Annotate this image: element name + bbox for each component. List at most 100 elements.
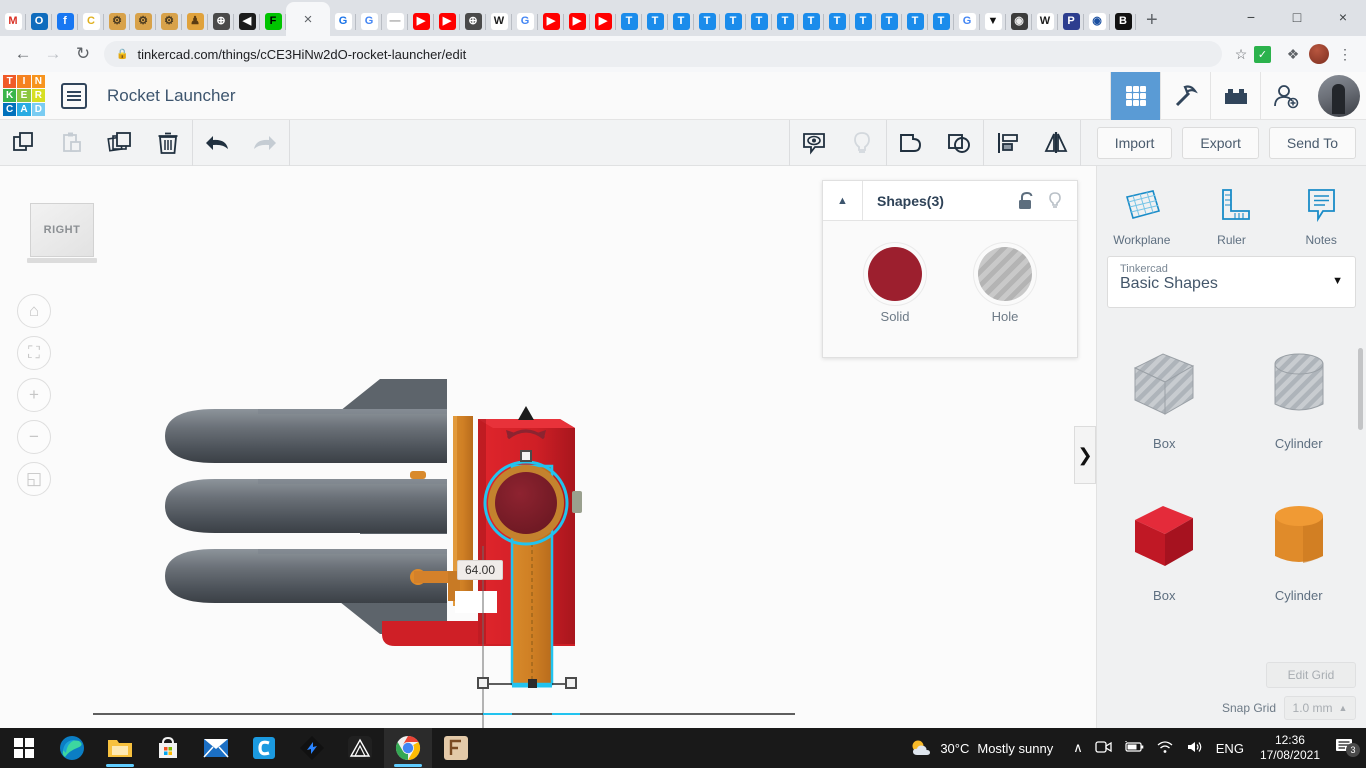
show-hide-button[interactable] bbox=[790, 120, 838, 166]
import-button[interactable]: Import bbox=[1097, 127, 1173, 159]
tinkercad-logo[interactable]: TINKERCAD bbox=[3, 75, 45, 117]
export-button[interactable]: Export bbox=[1182, 127, 1258, 159]
shape-scribble[interactable] bbox=[1232, 626, 1366, 667]
new-tab-button[interactable]: + bbox=[1136, 9, 1166, 36]
redo-button[interactable] bbox=[241, 120, 289, 166]
undo-button[interactable] bbox=[193, 120, 241, 166]
invite-people-button[interactable] bbox=[1260, 72, 1310, 120]
address-bar[interactable]: 🔒 tinkercad.com/things/cCE3HiNw2dO-rocke… bbox=[104, 41, 1222, 67]
google-tab[interactable]: G bbox=[356, 6, 382, 36]
fusion-tab[interactable]: F bbox=[260, 6, 286, 36]
p21-tab[interactable]: P bbox=[1058, 6, 1084, 36]
shape-cylinder-orange[interactable]: Cylinder bbox=[1232, 474, 1366, 626]
shape-library-select[interactable]: Tinkercad Basic Shapes ▼ bbox=[1107, 256, 1356, 308]
tinkercad-tab-10[interactable]: T bbox=[850, 6, 876, 36]
youtube-tab-5[interactable]: ▶ bbox=[590, 6, 616, 36]
blank-tab[interactable]: — bbox=[382, 6, 408, 36]
forward-button[interactable]: → bbox=[38, 44, 68, 64]
more-menu-icon[interactable]: ⋮ bbox=[1332, 46, 1358, 63]
ruler-tool[interactable]: Ruler bbox=[1187, 166, 1277, 256]
panel-scrollbar[interactable] bbox=[1358, 348, 1363, 430]
tinkercad-tab-1[interactable]: T bbox=[616, 6, 642, 36]
gmail-tab[interactable]: M bbox=[0, 6, 26, 36]
meet-now-icon[interactable] bbox=[1089, 740, 1118, 757]
robot-tab-3[interactable]: ⚙ bbox=[156, 6, 182, 36]
coursera-tab[interactable]: C bbox=[78, 6, 104, 36]
chrome-tab[interactable]: ◉ bbox=[1006, 6, 1032, 36]
tinkercad-tab-9[interactable]: T bbox=[824, 6, 850, 36]
copy-button[interactable] bbox=[0, 120, 48, 166]
collapse-popup-button[interactable]: ▲ bbox=[823, 181, 863, 221]
google-tab-3[interactable]: G bbox=[954, 6, 980, 36]
solid-option[interactable]: Solid bbox=[868, 247, 922, 324]
youtube-tab-2[interactable]: ▶ bbox=[434, 6, 460, 36]
shield-check-icon[interactable]: ✓ bbox=[1254, 46, 1280, 63]
designs-grid-button[interactable] bbox=[1110, 72, 1160, 120]
resize-handle-top[interactable] bbox=[520, 450, 532, 462]
align-button[interactable] bbox=[984, 120, 1032, 166]
google-tab-2[interactable]: G bbox=[512, 6, 538, 36]
tinkercad-tab-12[interactable]: T bbox=[902, 6, 928, 36]
tinkercad-tab-4[interactable]: T bbox=[694, 6, 720, 36]
user-avatar[interactable] bbox=[1318, 75, 1360, 117]
shape-cylinder-hole[interactable]: Cylinder bbox=[1232, 322, 1366, 474]
resize-handle-right[interactable] bbox=[565, 677, 577, 689]
blocks-button[interactable] bbox=[1210, 72, 1260, 120]
mail-button[interactable] bbox=[192, 728, 240, 768]
tinkercad-tab-6[interactable]: T bbox=[746, 6, 772, 36]
profile-avatar[interactable] bbox=[1309, 44, 1329, 64]
active-tab[interactable]: × bbox=[286, 2, 330, 36]
resize-handle-left[interactable] bbox=[477, 677, 489, 689]
shape-box-hole[interactable]: Box bbox=[1097, 322, 1232, 474]
youtube-tab-4[interactable]: ▶ bbox=[564, 6, 590, 36]
minecraft-button[interactable] bbox=[1160, 72, 1210, 120]
autodesk-button[interactable] bbox=[336, 728, 384, 768]
youtube-tab-1[interactable]: ▶ bbox=[408, 6, 434, 36]
volume-icon[interactable] bbox=[1180, 740, 1210, 757]
tinkercad-tab-5[interactable]: T bbox=[720, 6, 746, 36]
reload-button[interactable]: ↻ bbox=[68, 44, 98, 64]
app-diamond-button[interactable] bbox=[288, 728, 336, 768]
robot-tab-1[interactable]: ⚙ bbox=[104, 6, 130, 36]
light-button[interactable] bbox=[838, 120, 886, 166]
group-button[interactable] bbox=[887, 120, 935, 166]
wifi-icon[interactable] bbox=[1150, 740, 1180, 757]
youtube-tab-3[interactable]: ▶ bbox=[538, 6, 564, 36]
chevron-down-icon[interactable]: ▼ bbox=[1332, 275, 1343, 287]
tinkercad-tab-13[interactable]: T bbox=[928, 6, 954, 36]
close-window-button[interactable]: × bbox=[1320, 9, 1366, 25]
hole-swatch[interactable] bbox=[978, 247, 1032, 301]
wikipedia-tab-1[interactable]: W bbox=[486, 6, 512, 36]
delete-button[interactable] bbox=[144, 120, 192, 166]
project-menu-icon[interactable] bbox=[61, 83, 87, 109]
paste-button[interactable] bbox=[48, 120, 96, 166]
robot-tab-2[interactable]: ⚙ bbox=[130, 6, 156, 36]
ungroup-button[interactable] bbox=[935, 120, 983, 166]
tinkercad-tab-11[interactable]: T bbox=[876, 6, 902, 36]
start-button[interactable] bbox=[0, 728, 48, 768]
solid-color-swatch[interactable] bbox=[868, 247, 922, 301]
weather-widget[interactable]: 30°C Mostly sunny bbox=[910, 738, 1067, 758]
mirror-button[interactable] bbox=[1032, 120, 1080, 166]
resize-handle-center[interactable] bbox=[528, 679, 537, 688]
chrome-button[interactable] bbox=[384, 728, 432, 768]
globe-tab-2[interactable]: ⊕ bbox=[460, 6, 486, 36]
tinkercad-tab-2[interactable]: T bbox=[642, 6, 668, 36]
vimeo-tab[interactable]: ▼ bbox=[980, 6, 1006, 36]
shape-sphere-blue[interactable] bbox=[1097, 626, 1232, 667]
send-to-button[interactable]: Send To bbox=[1269, 127, 1356, 159]
hole-option[interactable]: Hole bbox=[978, 247, 1032, 324]
workplane-tool[interactable]: Workplane bbox=[1097, 166, 1187, 256]
unlock-icon[interactable] bbox=[1017, 191, 1035, 211]
facebook-tab[interactable]: f bbox=[52, 6, 78, 36]
duplicate-button[interactable] bbox=[96, 120, 144, 166]
battery-icon[interactable] bbox=[1118, 741, 1150, 756]
speaker-tab[interactable]: ◀ bbox=[234, 6, 260, 36]
person-tab[interactable]: ♟ bbox=[182, 6, 208, 36]
google-translate-tab[interactable]: G bbox=[330, 6, 356, 36]
shape-box-red[interactable]: Box bbox=[1097, 474, 1232, 626]
edge-button[interactable] bbox=[48, 728, 96, 768]
eye-tab[interactable]: ◉ bbox=[1084, 6, 1110, 36]
bbc-tab[interactable]: B bbox=[1110, 6, 1136, 36]
app-c-button[interactable] bbox=[240, 728, 288, 768]
